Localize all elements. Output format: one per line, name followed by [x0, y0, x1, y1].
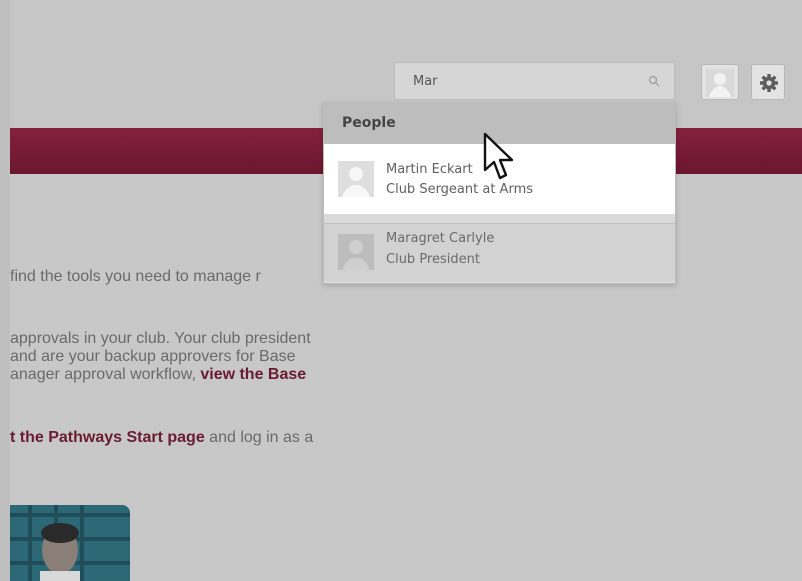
person-avatar-icon	[338, 161, 374, 197]
result-role: Club President	[386, 252, 480, 267]
search-input[interactable]	[413, 71, 633, 91]
video-thumbnail[interactable]	[10, 505, 130, 581]
body-text-line: approvals in your club. Your club presid…	[10, 330, 311, 348]
mouse-pointer-icon	[483, 132, 514, 180]
body-text-line: find the tools you need to manage r	[10, 268, 261, 286]
result-role: Club Sergeant at Arms	[386, 182, 534, 197]
section-title: People	[342, 115, 396, 131]
search-icon[interactable]	[648, 75, 660, 87]
body-text: approvals in your club. Your club presid…	[10, 330, 311, 347]
left-edge-panel	[0, 0, 10, 581]
user-avatar-icon	[706, 69, 734, 97]
person-avatar-icon	[338, 234, 374, 270]
user-avatar-button[interactable]	[701, 64, 739, 100]
body-text-line: anager approval workflow, view the Base	[10, 366, 306, 384]
body-text-line: t the Pathways Start page and log in as …	[10, 429, 313, 447]
settings-button[interactable]	[751, 64, 785, 100]
body-text: and are your backup approvers for Base	[10, 348, 296, 365]
person-photo-icon	[10, 505, 130, 581]
view-base-link[interactable]: view the Base	[200, 366, 306, 383]
body-text: and log in as a	[209, 429, 314, 446]
result-name: Martin Eckart	[386, 162, 473, 177]
body-text: find the tools you need to manage r	[10, 268, 261, 285]
gear-icon	[760, 74, 778, 92]
result-name: Maragret Carlyle	[386, 231, 495, 246]
search-results-dropdown: People Martin Eckart Club Sergeant at Ar…	[323, 102, 676, 284]
body-text-line: and are your backup approvers for Base	[10, 348, 296, 366]
result-item-maragret[interactable]: Maragret Carlyle Club President	[324, 223, 675, 281]
pathways-start-link[interactable]: t the Pathways Start page	[10, 429, 205, 446]
search-box[interactable]	[394, 62, 675, 100]
body-text: anager approval workflow,	[10, 366, 196, 383]
